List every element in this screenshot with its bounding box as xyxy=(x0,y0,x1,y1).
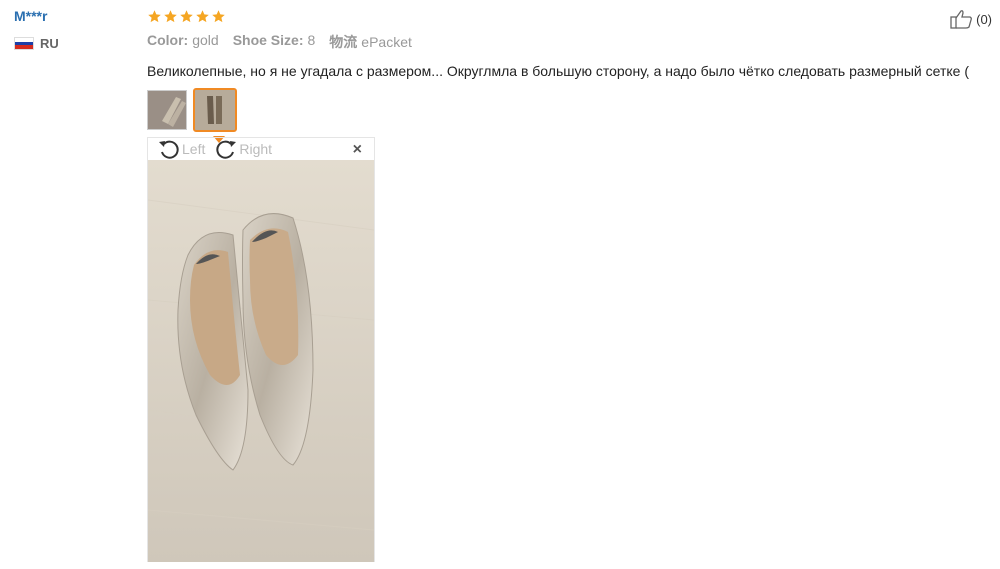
shoe-thumbnail-image xyxy=(148,91,186,129)
close-viewer-button[interactable]: × xyxy=(353,141,362,159)
meta-shoe-size: Shoe Size: 8 xyxy=(232,32,316,48)
star-icon xyxy=(148,9,161,22)
rotate-right-label: Right xyxy=(239,141,273,157)
shoe-photo-thumbnail-2[interactable] xyxy=(193,88,237,132)
meta-shipping: 物流 ePacket xyxy=(329,34,412,50)
review-body: Color: gold Shoe Size: 8 物流 ePacket Великол… xyxy=(147,6,992,143)
reviewer-name: M***r xyxy=(14,8,48,24)
reviewer-info: M***r RU xyxy=(14,8,124,51)
country-code: RU xyxy=(40,36,59,51)
rotate-right-button[interactable]: Right xyxy=(215,139,272,159)
shoes-photo-image xyxy=(148,160,374,562)
star-icon xyxy=(212,9,225,22)
meta-color: Color: gold xyxy=(147,32,219,48)
photo-viewer: Left Right × xyxy=(147,137,375,562)
star-rating xyxy=(147,6,992,26)
photo-thumbnails xyxy=(147,88,992,143)
shoe-photo-thumbnail-1[interactable] xyxy=(147,90,187,130)
rotate-left-button[interactable]: Left xyxy=(158,139,205,159)
russia-flag-icon xyxy=(14,37,34,50)
review-text: Великолепные, но я не угадала с размером… xyxy=(147,63,969,79)
star-icon xyxy=(180,9,193,22)
shoe-thumbnail-image xyxy=(195,90,235,130)
rotate-left-icon xyxy=(159,140,179,159)
viewer-toolbar: Left Right × xyxy=(148,138,374,160)
helpful-button[interactable]: (0) xyxy=(950,9,992,29)
order-meta: Color: gold Shoe Size: 8 物流 ePacket xyxy=(147,32,992,52)
rotate-right-icon xyxy=(216,140,237,159)
review-photo xyxy=(148,160,374,562)
rotate-left-label: Left xyxy=(182,141,206,157)
reviewer-country: RU xyxy=(14,36,124,51)
helpful-count: (0) xyxy=(976,11,992,27)
thumbs-up-icon xyxy=(950,10,973,29)
star-icon xyxy=(196,9,209,22)
star-icon xyxy=(164,9,177,22)
